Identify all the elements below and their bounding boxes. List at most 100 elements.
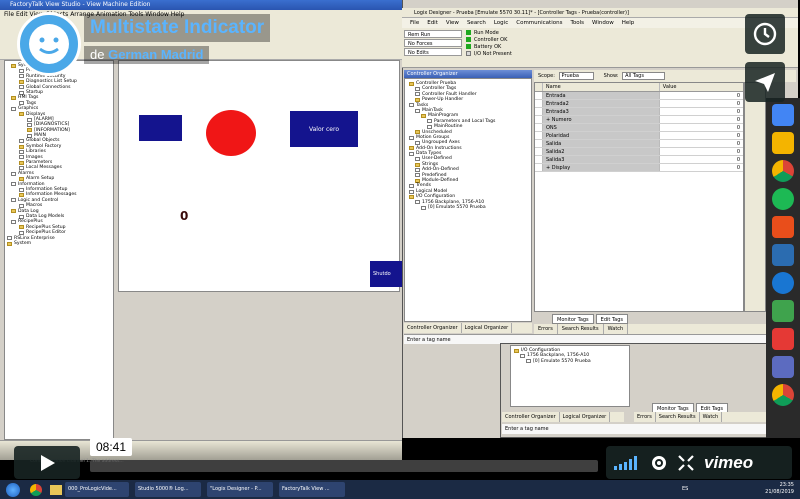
app-icon[interactable] [772,216,794,238]
start-button-icon[interactable] [6,482,20,497]
vimeo-logo[interactable]: vimeo [704,453,753,473]
tab-search-results-2[interactable]: Search Results [656,412,700,422]
tag-value[interactable]: 0 [660,140,743,147]
tree-node[interactable]: [0] Emulate 5570 Prueba [409,205,531,210]
tag-value[interactable]: 0 [660,156,743,163]
multistate-indicator-circle[interactable] [206,110,256,156]
tag-name: + Display [542,164,660,171]
app-icon[interactable] [772,244,794,266]
video-title[interactable]: Multistate Indicator [84,14,271,42]
progress-bar[interactable] [90,460,598,472]
tag-value[interactable]: 0 [660,164,743,171]
tab-search-results[interactable]: Search Results [558,324,604,334]
tree-node[interactable]: System [7,241,113,246]
spotify-icon[interactable] [772,188,794,210]
taskbar-item[interactable]: Studio 5000® Log... [135,482,201,497]
menu-logic[interactable]: Logic [494,18,508,28]
menu-view[interactable]: View [446,18,459,28]
mode-edits[interactable]: No Edits [404,48,462,56]
app-icon[interactable] [772,300,794,322]
valor-cero-button[interactable]: Valor cero [290,111,358,147]
scope-select[interactable]: Prueba [558,72,594,80]
volume-bars-icon[interactable] [614,455,640,470]
mode-forces[interactable]: No Forces [404,39,462,47]
language-indicator[interactable]: ES [682,486,688,492]
tab-watch-2[interactable]: Watch [700,412,723,422]
tag-value[interactable]: 0 [660,116,743,123]
tag-value[interactable]: 0 [660,100,743,107]
table-row[interactable]: Polaridad 0 [535,132,743,140]
tab-controller-organizer[interactable]: Controller Organizer [404,323,462,333]
taskbar-clock[interactable]: 23:35 21/08/2019 [765,482,794,496]
menu-search[interactable]: Search [467,18,486,28]
blue-rectangle-object[interactable] [139,115,182,141]
app-icon[interactable] [772,328,794,350]
menu-edit[interactable]: Edit [427,18,438,28]
table-row[interactable]: Entrada3 0 [535,108,743,116]
author-link[interactable]: German Madrid [108,47,203,62]
menu-communications[interactable]: Communications [516,18,562,28]
menu-help[interactable]: Help [622,18,635,28]
chrome-icon[interactable] [772,384,794,406]
fullscreen-icon[interactable] [678,454,694,471]
tag-value[interactable]: 0 [660,108,743,115]
tag-value[interactable]: 0 [660,124,743,131]
show-select[interactable]: All Tags [622,72,665,80]
app-icon[interactable] [772,356,794,378]
col-name[interactable]: Name [542,83,660,91]
logix-title: Logix Designer - Prueba [Emulate 5570 30… [402,8,798,18]
folder-icon [19,225,24,230]
tree-node[interactable]: [0] Emulate 5570 Prueba [533,359,591,364]
tag-value[interactable]: 0 [660,132,743,139]
tag-value[interactable]: 0 [660,148,743,155]
status-io: I/O Not Present [474,51,512,57]
menu-tools[interactable]: Tools [570,18,584,28]
watch-later-button[interactable] [745,14,785,54]
canvas-background [118,292,400,440]
table-row[interactable]: + Numero 0 [535,116,743,124]
tab-controller-organizer-2[interactable]: Controller Organizer [502,412,560,422]
tab-errors[interactable]: Errors [534,324,558,334]
table-row[interactable]: ONS 0 [535,124,743,132]
tab-logical-organizer-2[interactable]: Logical Organizer [560,412,611,422]
app-icon[interactable] [772,272,794,294]
item-icon [19,149,24,154]
col-value[interactable]: Value [660,83,743,91]
app-icon[interactable] [772,104,794,126]
app-icon[interactable] [772,132,794,154]
tab-edit-tags[interactable]: Edit Tags [595,314,629,324]
table-row[interactable]: Entrada2 0 [535,100,743,108]
table-row[interactable]: + Display 0 [535,164,743,172]
menu-file[interactable]: File [410,18,419,28]
item-icon [409,135,414,140]
tag-value[interactable]: 0 [660,92,743,99]
item-icon [415,157,420,162]
tab-watch[interactable]: Watch [604,324,629,334]
display-canvas[interactable] [118,60,400,292]
mode-run[interactable]: Rem Run [404,30,462,38]
taskbar-item[interactable]: 000_ProLogicVide... [65,482,129,497]
shutdown-button[interactable]: Shutdo [370,261,402,287]
table-row[interactable]: Salida 0 [535,140,743,148]
table-row[interactable]: Salida2 0 [535,148,743,156]
table-row[interactable]: Entrada 0 [535,92,743,100]
taskbar-item[interactable]: "Logix Designer - P... [207,482,273,497]
tab-monitor-tags[interactable]: Monitor Tags [552,314,594,324]
taskbar-item[interactable]: FactoryTalk View ... [279,482,345,497]
channel-logo-icon[interactable] [17,12,81,76]
table-row[interactable]: Salida3 0 [535,156,743,164]
share-button[interactable] [745,62,785,102]
play-button[interactable] [14,446,80,479]
tag-name-bar-2[interactable]: Enter a tag name [502,424,798,434]
chrome-icon[interactable] [772,160,794,182]
item-icon [19,155,24,160]
tab-errors-2[interactable]: Errors [634,412,656,422]
tab-logical-organizer[interactable]: Logical Organizer [462,323,513,333]
chrome-taskbar-icon[interactable] [30,483,42,496]
explorer-taskbar-icon[interactable] [50,484,62,495]
tag-name: Entrada [542,92,660,99]
settings-gear-icon[interactable] [650,454,668,472]
menu-window[interactable]: Window [592,18,614,28]
item-icon [19,230,24,235]
folder-icon [11,209,16,214]
